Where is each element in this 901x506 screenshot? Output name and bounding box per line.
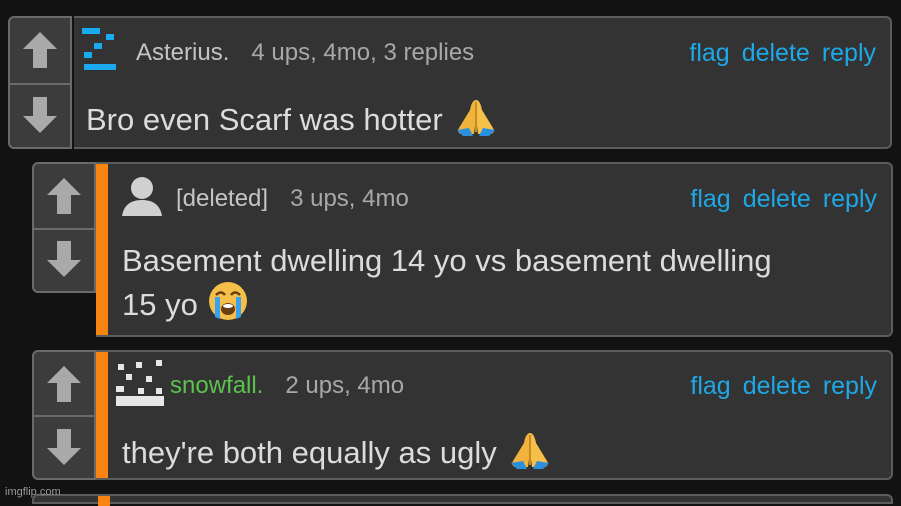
reply-link[interactable]: reply: [822, 39, 876, 68]
next-comment-edge: [32, 494, 893, 506]
delete-link[interactable]: delete: [742, 39, 810, 68]
comment-text: they're both equally as ugly: [122, 429, 553, 479]
delete-link[interactable]: delete: [743, 185, 811, 214]
flag-link[interactable]: flag: [690, 372, 730, 401]
comment-header: [deleted] 3 ups, 4mo: [122, 176, 409, 219]
comment-text-content: 15 yo: [122, 287, 198, 322]
downvote-button[interactable]: [34, 228, 94, 292]
folded-hands-emoji: [507, 429, 553, 479]
comment-snowfall: snowfall. 2 ups, 4mo flag delete reply t…: [32, 350, 893, 480]
imgflip-watermark: imgflip.com: [5, 486, 61, 498]
vote-column: [8, 16, 72, 149]
username[interactable]: snowfall.: [170, 372, 263, 400]
avatar[interactable]: [82, 27, 122, 79]
comment-actions: flag delete reply: [678, 366, 877, 406]
comment-panel: Asterius. 4 ups, 4mo, 3 replies flag del…: [74, 16, 892, 149]
comment-text-content: Bro even Scarf was hotter: [86, 102, 443, 137]
arrow-down-icon: [47, 428, 81, 465]
avatar[interactable]: [116, 359, 166, 413]
comment-panel: snowfall. 2 ups, 4mo flag delete reply t…: [96, 350, 893, 480]
comment-actions: flag delete reply: [677, 33, 876, 73]
arrow-up-icon: [23, 32, 57, 69]
reply-indent-bar: [96, 352, 108, 478]
upvote-button[interactable]: [10, 18, 70, 83]
downvote-button[interactable]: [10, 83, 70, 148]
comment-header: snowfall. 2 ups, 4mo: [116, 359, 405, 406]
upvote-button[interactable]: [34, 352, 94, 415]
reply-indent-bar: [96, 164, 108, 335]
arrow-down-icon: [23, 96, 57, 133]
comment-text-line-2: 15 yo: [122, 281, 772, 331]
avatar-pixel-icon: [82, 27, 116, 70]
loudly-crying-face-emoji: [208, 281, 248, 331]
arrow-down-icon: [47, 241, 81, 278]
comment-meta: 4 ups, 4mo, 3 replies: [251, 39, 475, 66]
username[interactable]: [deleted]: [176, 185, 268, 213]
reply-link[interactable]: reply: [823, 372, 877, 401]
comment-meta: 3 ups, 4mo: [290, 185, 409, 212]
comment-text: Bro even Scarf was hotter: [86, 96, 499, 146]
comment-text-line: Basement dwelling 14 yo vs basement dwel…: [122, 243, 772, 278]
arrow-up-icon: [47, 177, 81, 214]
downvote-button[interactable]: [34, 415, 94, 478]
comment-panel: [deleted] 3 ups, 4mo flag delete reply B…: [96, 162, 893, 337]
deleted-user-icon: [122, 176, 162, 216]
comment-header: Asterius. 4 ups, 4mo, 3 replies: [82, 27, 475, 73]
avatar-pixel-icon: [116, 359, 164, 406]
comment-deleted: [deleted] 3 ups, 4mo flag delete reply B…: [32, 162, 893, 337]
vote-column: [32, 162, 96, 293]
username[interactable]: Asterius.: [136, 39, 229, 67]
comment-asterius: Asterius. 4 ups, 4mo, 3 replies flag del…: [8, 16, 892, 149]
reply-indent-bar: [98, 496, 110, 506]
folded-hands-emoji: [453, 96, 499, 146]
vote-column: [32, 350, 96, 480]
avatar[interactable]: [122, 176, 162, 223]
comment-actions: flag delete reply: [678, 179, 877, 219]
flag-link[interactable]: flag: [690, 185, 730, 214]
arrow-up-icon: [47, 365, 81, 402]
upvote-button[interactable]: [34, 164, 94, 228]
comment-meta: 2 ups, 4mo: [285, 372, 405, 399]
comment-text: Basement dwelling 14 yo vs basement dwel…: [122, 241, 772, 331]
comment-text-content: they're both equally as ugly: [122, 435, 497, 470]
reply-link[interactable]: reply: [823, 185, 877, 214]
delete-link[interactable]: delete: [743, 372, 811, 401]
flag-link[interactable]: flag: [689, 39, 729, 68]
